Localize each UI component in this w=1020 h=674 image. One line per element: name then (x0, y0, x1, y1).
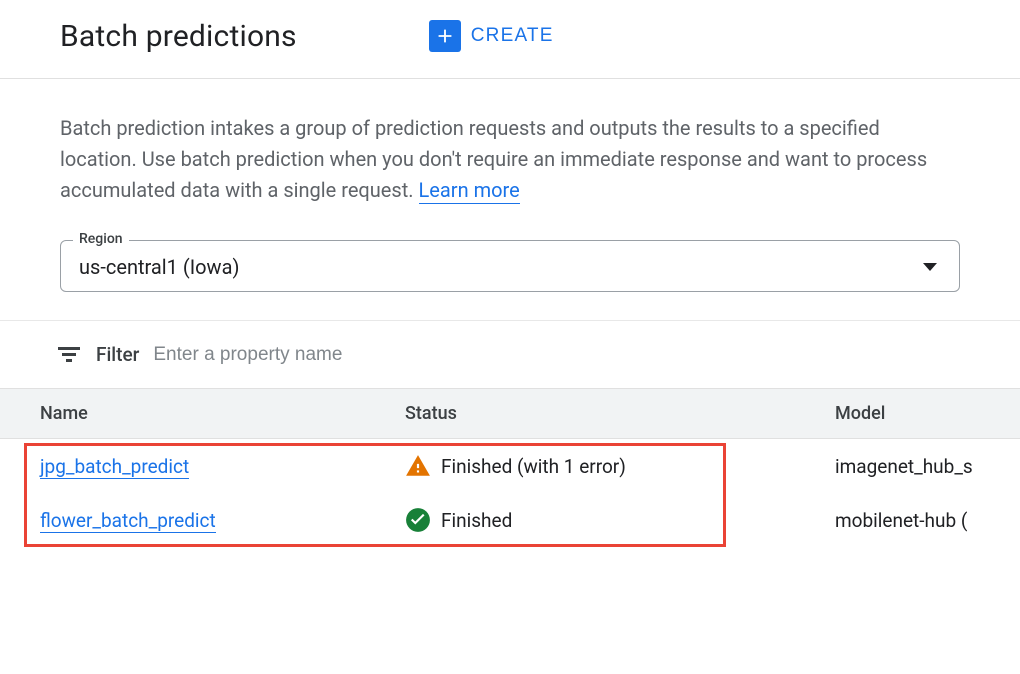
create-label: CREATE (471, 25, 554, 47)
status-text: Finished (441, 509, 512, 532)
create-button[interactable]: CREATE (417, 12, 566, 60)
cell-status: Finished (with 1 error) (405, 453, 835, 479)
chevron-down-icon (923, 263, 937, 271)
region-label: Region (73, 231, 129, 247)
column-header-status[interactable]: Status (405, 403, 835, 424)
cell-model: imagenet_hub_s (835, 455, 1020, 478)
learn-more-link[interactable]: Learn more (419, 178, 520, 204)
check-circle-icon (405, 507, 431, 533)
page-description: Batch prediction intakes a group of pred… (60, 113, 960, 206)
cell-name: jpg_batch_predict (40, 455, 405, 478)
filter-icon (58, 345, 82, 365)
warning-icon (405, 453, 431, 479)
table-row: flower_batch_predict Finished mobilenet-… (0, 493, 1020, 547)
page-header: Batch predictions CREATE (0, 0, 1020, 79)
column-header-model[interactable]: Model (835, 403, 1020, 424)
filter-input[interactable] (153, 344, 960, 366)
prediction-name-link[interactable]: jpg_batch_predict (40, 455, 189, 479)
page-title: Batch predictions (60, 19, 297, 54)
predictions-table: Name Status Model jpg_batch_predict Fini… (0, 388, 1020, 547)
table-body: jpg_batch_predict Finished (with 1 error… (0, 439, 1020, 547)
cell-status: Finished (405, 507, 835, 533)
plus-icon (429, 20, 461, 52)
region-select[interactable]: us-central1 (Iowa) (79, 255, 941, 279)
cell-model: mobilenet-hub ( (835, 509, 1020, 532)
table-row: jpg_batch_predict Finished (with 1 error… (0, 439, 1020, 493)
cell-name: flower_batch_predict (40, 509, 405, 532)
filter-section: Filter (0, 320, 1020, 388)
content-area: Batch prediction intakes a group of pred… (0, 79, 1020, 547)
region-select-container: Region us-central1 (Iowa) (60, 240, 960, 292)
filter-label: Filter (96, 343, 139, 366)
status-text: Finished (with 1 error) (441, 455, 626, 478)
filter-row: Filter (58, 343, 960, 366)
region-value: us-central1 (Iowa) (79, 255, 239, 279)
column-header-name[interactable]: Name (40, 403, 405, 424)
table-header: Name Status Model (0, 388, 1020, 439)
prediction-name-link[interactable]: flower_batch_predict (40, 509, 216, 533)
